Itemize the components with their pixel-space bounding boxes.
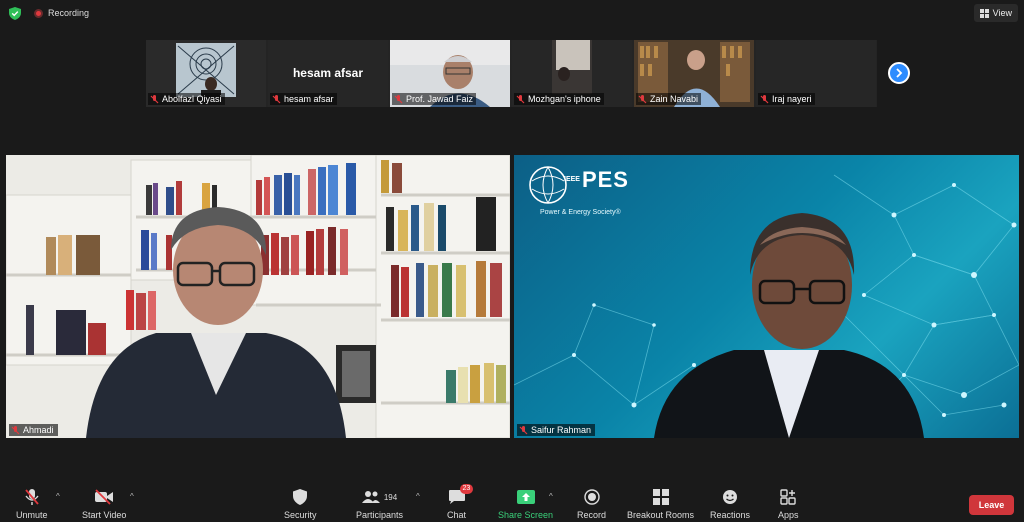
security-shield-icon xyxy=(293,489,308,505)
mic-muted-icon xyxy=(394,94,403,103)
mic-off-icon xyxy=(25,489,39,505)
mic-muted-icon xyxy=(519,425,528,434)
ieee-pes-logo: IEEE PES xyxy=(564,167,629,192)
breakout-rooms-button[interactable]: Breakout Rooms xyxy=(627,488,694,520)
encryption-shield-icon[interactable] xyxy=(9,7,21,20)
start-video-label: Start Video xyxy=(82,510,127,520)
video-frame xyxy=(514,166,1019,438)
participant-tile[interactable]: Prof. Jawad Faiz xyxy=(390,40,510,107)
participant-name-label: Iraj nayeri xyxy=(758,93,815,105)
next-page-button[interactable] xyxy=(888,62,910,84)
participant-tile[interactable]: Iraj nayeri xyxy=(756,40,876,107)
recording-label: Recording xyxy=(48,8,90,18)
speaker-video-left[interactable]: Ahmadi xyxy=(6,155,510,438)
participants-count: 194 xyxy=(383,492,398,502)
mic-muted-icon xyxy=(516,94,525,103)
participants-button[interactable]: 194 Participants xyxy=(356,488,403,520)
record-button[interactable]: Record xyxy=(577,488,606,520)
participant-tile[interactable]: hesam afsar hesam afsar xyxy=(268,40,388,107)
security-label: Security xyxy=(284,510,317,520)
share-options-chevron-icon[interactable]: ^ xyxy=(549,492,553,501)
video-frame xyxy=(6,155,510,438)
security-button[interactable]: Security xyxy=(284,488,317,520)
recording-indicator[interactable]: Recording xyxy=(34,8,89,18)
start-video-button[interactable]: Start Video xyxy=(82,488,126,520)
view-label: View xyxy=(992,8,1012,18)
apps-label: Apps xyxy=(778,510,799,520)
meeting-toolbar: Unmute ^ Start Video ^ Security 194 Part… xyxy=(0,482,1024,522)
mic-muted-icon xyxy=(272,94,281,103)
participant-name-label: Mozhgan's iphone xyxy=(514,93,604,105)
participants-options-chevron-icon[interactable]: ^ xyxy=(416,492,420,501)
reactions-label: Reactions xyxy=(710,510,751,520)
unmute-button[interactable]: Unmute xyxy=(16,488,48,520)
chevron-right-icon xyxy=(896,68,903,78)
video-options-chevron-icon[interactable]: ^ xyxy=(130,492,134,501)
mic-muted-icon xyxy=(638,94,647,103)
reactions-button[interactable]: Reactions xyxy=(710,488,750,520)
apps-icon xyxy=(780,489,796,505)
view-button[interactable]: View xyxy=(973,4,1018,22)
breakout-rooms-icon xyxy=(652,489,669,505)
speaker-name-label: Ahmadi xyxy=(9,424,58,436)
chat-button[interactable]: 23 Chat xyxy=(447,484,474,520)
share-screen-label: Share Screen xyxy=(498,510,554,520)
participant-name-label: Abolfazl Qiyasi xyxy=(148,93,225,105)
breakout-rooms-label: Breakout Rooms xyxy=(627,510,695,520)
participants-label: Participants xyxy=(356,510,404,520)
participant-tile[interactable]: Mozhgan's iphone xyxy=(512,40,632,107)
record-label: Record xyxy=(577,510,607,520)
participant-tile[interactable]: Abolfazl Qiyasi xyxy=(146,40,266,107)
reactions-smiley-icon xyxy=(723,490,738,504)
mic-muted-icon xyxy=(11,425,20,434)
grid-view-icon xyxy=(979,8,989,18)
logo-tagline: Power & Energy Society® xyxy=(540,209,621,216)
participant-name-label: Prof. Jawad Faiz xyxy=(392,93,477,105)
apps-button[interactable]: Apps xyxy=(778,488,799,520)
recording-dot-icon xyxy=(34,8,43,18)
record-icon xyxy=(583,489,600,505)
unmute-label: Unmute xyxy=(16,510,48,520)
participant-display-name: hesam afsar xyxy=(292,66,364,80)
speaker-video-right[interactable]: IEEE PES Power & Energy Society® Saifur … xyxy=(514,155,1019,438)
participant-tile[interactable]: Zain Navabi xyxy=(634,40,754,107)
leave-button[interactable]: Leave xyxy=(969,495,1014,515)
participants-icon xyxy=(361,491,380,503)
gallery-strip: Abolfazl Qiyasi hesam afsar hesam afsar … xyxy=(146,40,877,107)
participant-name-label: Zain Navabi xyxy=(636,93,702,105)
participant-name-label: hesam afsar xyxy=(270,93,337,105)
meeting-top-bar: Recording View xyxy=(0,0,1024,26)
share-screen-icon xyxy=(516,490,535,504)
chat-unread-badge: 23 xyxy=(459,484,474,494)
chat-label: Chat xyxy=(447,510,467,520)
mic-muted-icon xyxy=(150,94,159,103)
audio-options-chevron-icon[interactable]: ^ xyxy=(56,492,60,501)
mic-muted-icon xyxy=(760,94,769,103)
video-off-icon xyxy=(95,489,114,505)
speaker-name-label: Saifur Rahman xyxy=(517,424,596,436)
share-screen-button[interactable]: Share Screen xyxy=(498,488,553,520)
